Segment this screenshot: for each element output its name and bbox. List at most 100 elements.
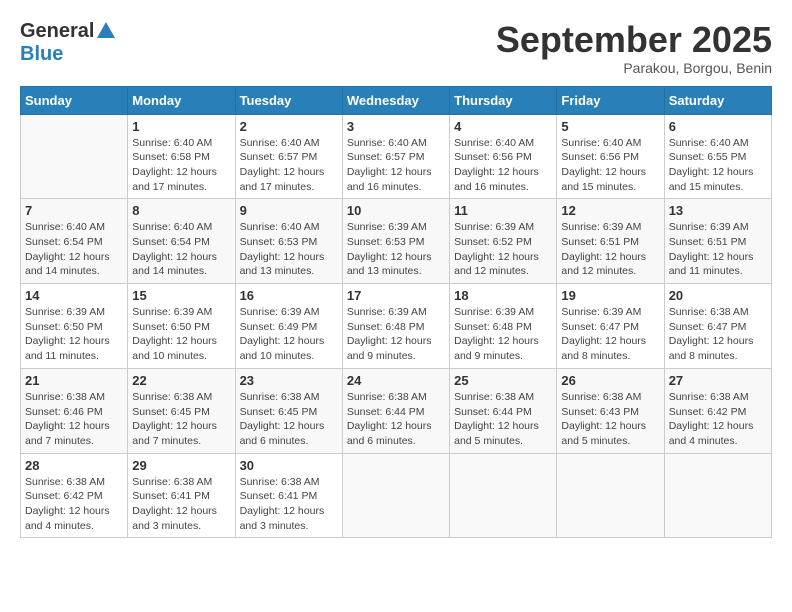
day-info: Sunrise: 6:38 AM Sunset: 6:42 PM Dayligh… [25,475,123,534]
day-info: Sunrise: 6:38 AM Sunset: 6:45 PM Dayligh… [240,390,338,449]
day-number: 22 [132,373,230,388]
day-info: Sunrise: 6:39 AM Sunset: 6:52 PM Dayligh… [454,220,552,279]
table-row: 15 Sunrise: 6:39 AM Sunset: 6:50 PM Dayli… [128,284,235,369]
day-number: 16 [240,288,338,303]
table-row: 5 Sunrise: 6:40 AM Sunset: 6:56 PM Daylig… [557,114,664,199]
day-info: Sunrise: 6:38 AM Sunset: 6:43 PM Dayligh… [561,390,659,449]
day-number: 29 [132,458,230,473]
day-number: 25 [454,373,552,388]
day-number: 30 [240,458,338,473]
day-number: 20 [669,288,767,303]
day-number: 6 [669,119,767,134]
header-friday: Friday [557,86,664,114]
day-info: Sunrise: 6:38 AM Sunset: 6:45 PM Dayligh… [132,390,230,449]
day-info: Sunrise: 6:40 AM Sunset: 6:55 PM Dayligh… [669,136,767,195]
header-saturday: Saturday [664,86,771,114]
table-row: 17 Sunrise: 6:39 AM Sunset: 6:48 PM Dayli… [342,284,449,369]
day-info: Sunrise: 6:39 AM Sunset: 6:48 PM Dayligh… [454,305,552,364]
table-row: 6 Sunrise: 6:40 AM Sunset: 6:55 PM Daylig… [664,114,771,199]
page-header: General Blue September 2025 Parakou, Bor… [20,20,772,76]
header-sunday: Sunday [21,86,128,114]
table-row: 4 Sunrise: 6:40 AM Sunset: 6:56 PM Daylig… [450,114,557,199]
logo-blue-text: Blue [20,43,63,65]
header-tuesday: Tuesday [235,86,342,114]
day-info: Sunrise: 6:39 AM Sunset: 6:47 PM Dayligh… [561,305,659,364]
day-info: Sunrise: 6:38 AM Sunset: 6:44 PM Dayligh… [347,390,445,449]
table-row: 25 Sunrise: 6:38 AM Sunset: 6:44 PM Dayli… [450,368,557,453]
table-row: 29 Sunrise: 6:38 AM Sunset: 6:41 PM Dayli… [128,453,235,538]
day-number: 14 [25,288,123,303]
table-row: 7Sunrise: 6:40 AM Sunset: 6:54 PM Daylig… [21,199,128,284]
calendar-week-row: 7Sunrise: 6:40 AM Sunset: 6:54 PM Daylig… [21,199,772,284]
table-row: 18 Sunrise: 6:39 AM Sunset: 6:48 PM Dayli… [450,284,557,369]
day-number: 1 [132,119,230,134]
day-info: Sunrise: 6:39 AM Sunset: 6:48 PM Dayligh… [347,305,445,364]
table-row [450,453,557,538]
calendar-week-row: 28 Sunrise: 6:38 AM Sunset: 6:42 PM Dayli… [21,453,772,538]
table-row: 2 Sunrise: 6:40 AM Sunset: 6:57 PM Daylig… [235,114,342,199]
day-info: Sunrise: 6:40 AM Sunset: 6:56 PM Dayligh… [454,136,552,195]
day-info: Sunrise: 6:39 AM Sunset: 6:51 PM Dayligh… [561,220,659,279]
calendar-week-row: 21Sunrise: 6:38 AM Sunset: 6:46 PM Dayli… [21,368,772,453]
table-row: 13 Sunrise: 6:39 AM Sunset: 6:51 PM Dayli… [664,199,771,284]
table-row: 16 Sunrise: 6:39 AM Sunset: 6:49 PM Dayli… [235,284,342,369]
day-info: Sunrise: 6:40 AM Sunset: 6:53 PM Dayligh… [240,220,338,279]
day-info: Sunrise: 6:40 AM Sunset: 6:57 PM Dayligh… [240,136,338,195]
calendar-header-row: Sunday Monday Tuesday Wednesday Thursday… [21,86,772,114]
day-info: Sunrise: 6:40 AM Sunset: 6:57 PM Dayligh… [347,136,445,195]
day-info: Sunrise: 6:40 AM Sunset: 6:56 PM Dayligh… [561,136,659,195]
table-row: 3 Sunrise: 6:40 AM Sunset: 6:57 PM Daylig… [342,114,449,199]
header-thursday: Thursday [450,86,557,114]
day-number: 23 [240,373,338,388]
table-row [557,453,664,538]
day-number: 27 [669,373,767,388]
day-number: 11 [454,203,552,218]
calendar-week-row: 1 Sunrise: 6:40 AM Sunset: 6:58 PM Daylig… [21,114,772,199]
location-subtitle: Parakou, Borgou, Benin [496,60,772,76]
table-row [664,453,771,538]
calendar-week-row: 14 Sunrise: 6:39 AM Sunset: 6:50 PM Dayli… [21,284,772,369]
day-info: Sunrise: 6:39 AM Sunset: 6:50 PM Dayligh… [25,305,123,364]
day-number: 9 [240,203,338,218]
table-row [342,453,449,538]
table-row: 14 Sunrise: 6:39 AM Sunset: 6:50 PM Dayli… [21,284,128,369]
logo-triangle-icon [97,22,115,43]
day-number: 13 [669,203,767,218]
day-number: 26 [561,373,659,388]
table-row: 21Sunrise: 6:38 AM Sunset: 6:46 PM Dayli… [21,368,128,453]
table-row: 26 Sunrise: 6:38 AM Sunset: 6:43 PM Dayli… [557,368,664,453]
day-number: 4 [454,119,552,134]
day-number: 5 [561,119,659,134]
table-row: 27 Sunrise: 6:38 AM Sunset: 6:42 PM Dayli… [664,368,771,453]
table-row: 12 Sunrise: 6:39 AM Sunset: 6:51 PM Dayli… [557,199,664,284]
table-row: 30 Sunrise: 6:38 AM Sunset: 6:41 PM Dayli… [235,453,342,538]
day-info: Sunrise: 6:38 AM Sunset: 6:41 PM Dayligh… [132,475,230,534]
day-number: 28 [25,458,123,473]
day-number: 17 [347,288,445,303]
logo-general-text: General [20,20,94,43]
table-row [21,114,128,199]
day-number: 8 [132,203,230,218]
day-info: Sunrise: 6:39 AM Sunset: 6:53 PM Dayligh… [347,220,445,279]
day-info: Sunrise: 6:40 AM Sunset: 6:58 PM Dayligh… [132,136,230,195]
table-row: 19Sunrise: 6:39 AM Sunset: 6:47 PM Dayli… [557,284,664,369]
day-info: Sunrise: 6:39 AM Sunset: 6:51 PM Dayligh… [669,220,767,279]
calendar-table: Sunday Monday Tuesday Wednesday Thursday… [20,86,772,539]
table-row: 23 Sunrise: 6:38 AM Sunset: 6:45 PM Dayli… [235,368,342,453]
day-number: 12 [561,203,659,218]
day-number: 15 [132,288,230,303]
table-row: 8 Sunrise: 6:40 AM Sunset: 6:54 PM Daylig… [128,199,235,284]
day-number: 18 [454,288,552,303]
day-number: 3 [347,119,445,134]
day-info: Sunrise: 6:38 AM Sunset: 6:41 PM Dayligh… [240,475,338,534]
day-info: Sunrise: 6:39 AM Sunset: 6:49 PM Dayligh… [240,305,338,364]
table-row: 1 Sunrise: 6:40 AM Sunset: 6:58 PM Daylig… [128,114,235,199]
day-info: Sunrise: 6:40 AM Sunset: 6:54 PM Dayligh… [132,220,230,279]
day-number: 2 [240,119,338,134]
title-section: September 2025 Parakou, Borgou, Benin [496,20,772,76]
day-info: Sunrise: 6:38 AM Sunset: 6:44 PM Dayligh… [454,390,552,449]
day-info: Sunrise: 6:38 AM Sunset: 6:47 PM Dayligh… [669,305,767,364]
header-wednesday: Wednesday [342,86,449,114]
day-info: Sunrise: 6:39 AM Sunset: 6:50 PM Dayligh… [132,305,230,364]
day-info: Sunrise: 6:38 AM Sunset: 6:42 PM Dayligh… [669,390,767,449]
